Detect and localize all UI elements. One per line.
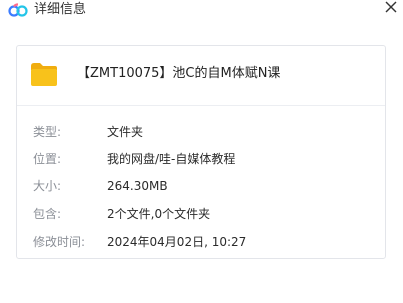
- detail-row-location: 位置: 我的网盘/哇-自媒体教程: [17, 150, 385, 170]
- detail-row-contains: 包含: 2个文件,0个文件夹: [17, 205, 385, 225]
- file-name: 【ZMT10075】池C的自M体赋N课: [77, 66, 281, 81]
- detail-label: 大小:: [33, 179, 62, 193]
- detail-value: 264.30MB: [107, 179, 168, 193]
- details-card: 【ZMT10075】池C的自M体赋N课 类型: 文件夹 位置: 我的网盘/哇-自…: [16, 45, 386, 259]
- detail-label: 包含:: [33, 207, 62, 221]
- window-title: 详细信息: [34, 2, 87, 17]
- detail-value: 文件夹: [107, 125, 144, 139]
- cloud-icon: [8, 2, 28, 17]
- close-icon[interactable]: [381, 0, 401, 16]
- detail-row-type: 类型: 文件夹: [17, 123, 385, 143]
- folder-icon: [29, 60, 59, 88]
- detail-value: 我的网盘/哇-自媒体教程: [107, 152, 236, 166]
- detail-label: 类型:: [33, 125, 62, 139]
- detail-value: 2个文件,0个文件夹: [107, 207, 211, 221]
- detail-value: 2024年04月02日, 10:27: [107, 235, 247, 249]
- title-bar: 详细信息: [0, 0, 403, 22]
- detail-row-modified: 修改时间: 2024年04月02日, 10:27: [17, 233, 385, 253]
- file-header: 【ZMT10075】池C的自M体赋N课: [17, 46, 385, 106]
- detail-row-size: 大小: 264.30MB: [17, 177, 385, 197]
- detail-label: 位置:: [33, 152, 62, 166]
- detail-label: 修改时间:: [33, 235, 86, 249]
